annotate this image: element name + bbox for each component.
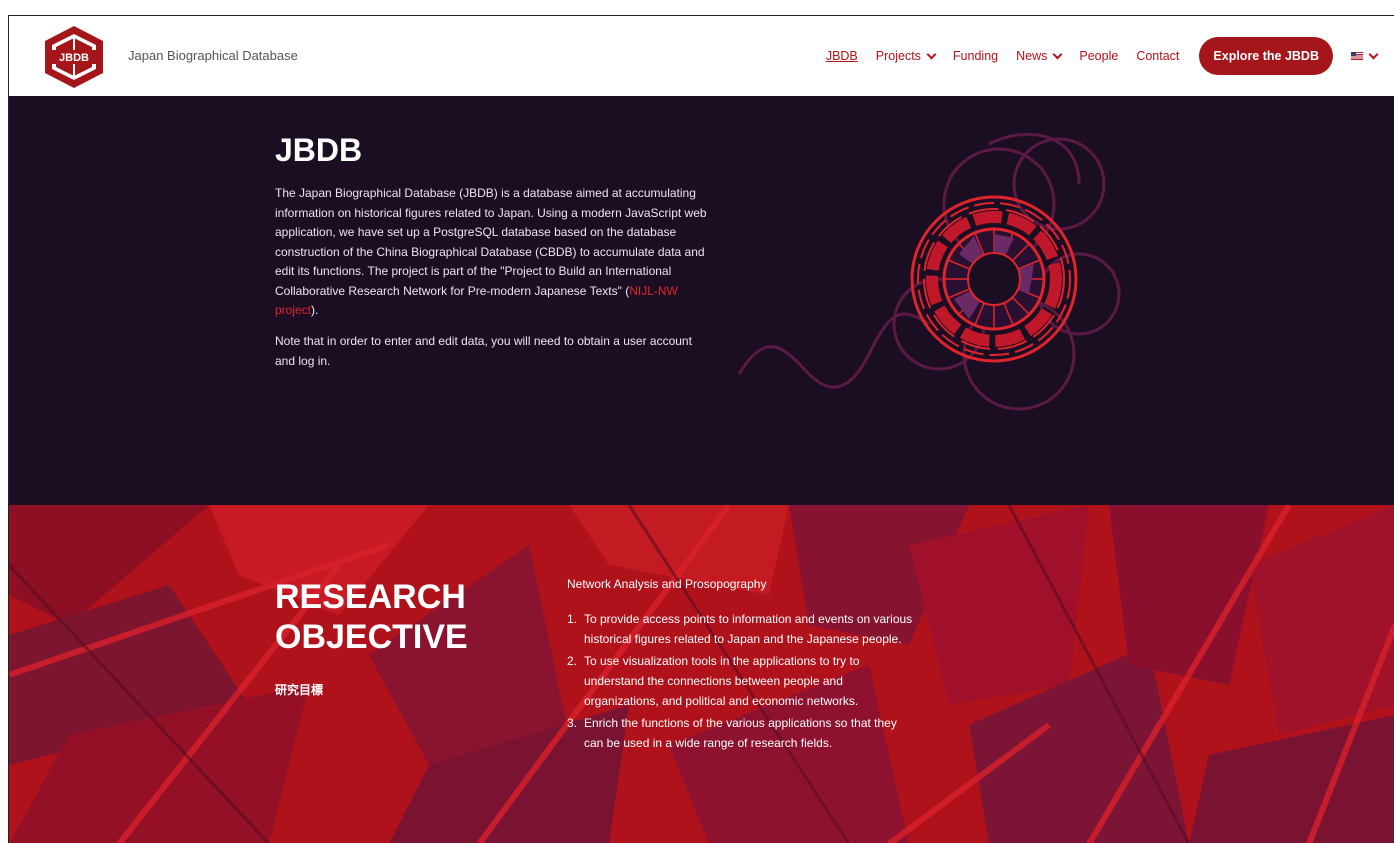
nav-label: News [1016, 49, 1048, 63]
nav-item-contact[interactable]: Contact [1136, 49, 1179, 63]
nav-label: Funding [952, 49, 999, 63]
list-item: 2. To use visualization tools in the appl… [567, 651, 917, 711]
objectives-list: 1. To provide access points to informatio… [567, 609, 917, 755]
research-title-line: OBJECTIVE [275, 618, 468, 656]
hero-section: JBDB The Japan Biographical Database (JB… [9, 96, 1394, 505]
research-title-line: RESEARCH [275, 578, 466, 616]
list-item: 3. Enrich the functions of the various ap… [567, 713, 917, 753]
nav-item-news[interactable]: News [1016, 49, 1063, 63]
research-objective-section: RESEARCH OBJECTIVE 研究目標 Network Analysis… [9, 505, 1394, 843]
research-title: RESEARCH OBJECTIVE [275, 577, 468, 657]
nav-label: JBDB [825, 49, 858, 63]
chevron-down-icon [926, 49, 937, 59]
list-number: 2. [567, 654, 578, 668]
list-text: To use visualization tools in the applic… [584, 654, 860, 708]
hero-title: JBDB [275, 132, 363, 168]
hero-description: The Japan Biographical Database (JBDB) i… [275, 184, 715, 321]
page-frame: JBDB Japan Biographical Database JBDB Pr… [8, 15, 1394, 843]
nav-label: Projects [875, 49, 921, 63]
hero-text-part: The Japan Biographical Database (JBDB) i… [275, 186, 707, 298]
site-header: JBDB Japan Biographical Database JBDB Pr… [9, 16, 1394, 96]
list-number: 1. [567, 612, 578, 626]
hero-note: Note that in order to enter and edit dat… [275, 334, 692, 368]
site-name[interactable]: Japan Biographical Database [128, 48, 298, 63]
nav-label: Contact [1136, 49, 1180, 63]
nav-item-jbdb[interactable]: JBDB [826, 49, 858, 63]
nav-item-projects[interactable]: Projects [875, 49, 937, 63]
nav-label: People [1079, 49, 1119, 63]
svg-text:JBDB: JBDB [59, 52, 89, 64]
main-nav: JBDB Projects Funding News People Contac… [808, 37, 1379, 75]
list-text: Enrich the functions of the various appl… [584, 716, 897, 750]
list-item: 1. To provide access points to informatio… [567, 609, 917, 649]
language-selector[interactable] [1351, 49, 1379, 60]
research-heading: Network Analysis and Prosopography [567, 577, 767, 591]
hero-text-part: ). [311, 303, 319, 317]
nav-item-funding[interactable]: Funding [953, 49, 998, 63]
chevron-down-icon [1368, 49, 1379, 59]
jbdb-logo[interactable]: JBDB [41, 24, 107, 90]
nav-item-people[interactable]: People [1079, 49, 1118, 63]
us-flag-icon [1351, 52, 1363, 60]
network-circle-illustration [737, 132, 1121, 411]
list-text: To provide access points to information … [584, 612, 913, 646]
chevron-down-icon [1052, 49, 1063, 59]
explore-jbdb-button[interactable]: Explore the JBDB [1199, 37, 1333, 75]
research-subtitle: 研究目標 [275, 683, 324, 697]
list-number: 3. [567, 716, 578, 730]
